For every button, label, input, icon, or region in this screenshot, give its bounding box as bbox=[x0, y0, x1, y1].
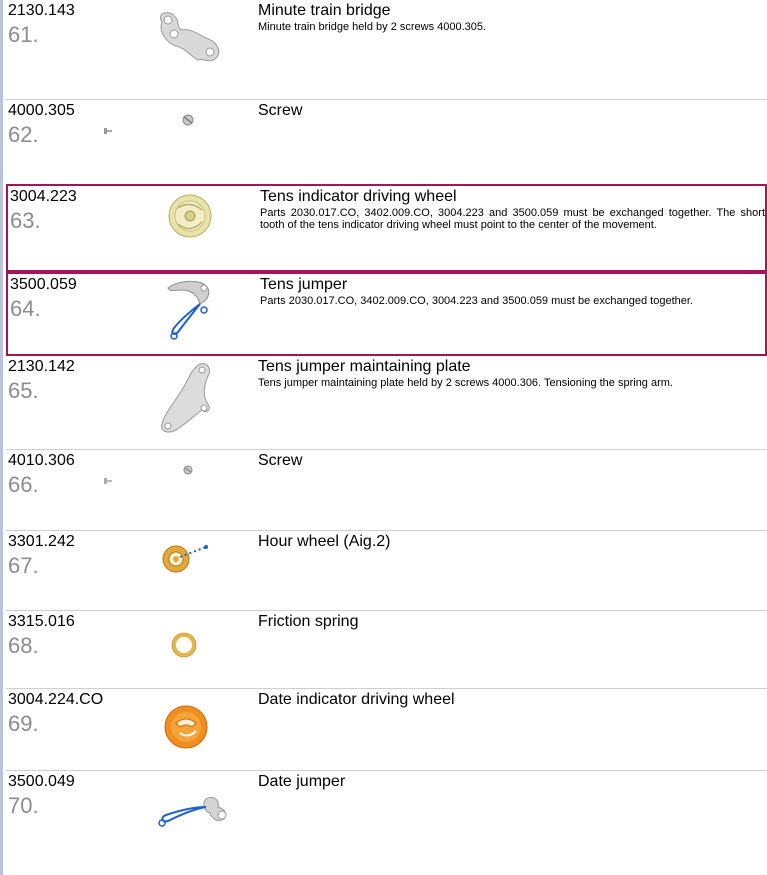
jumper-icon bbox=[167, 280, 210, 340]
part-title: Tens indicator driving wheel bbox=[260, 188, 457, 205]
parts-list: 2130.143 61. Minute train bridge Minute … bbox=[6, 0, 767, 857]
part-title: Tens jumper maintaining plate bbox=[258, 358, 471, 375]
part-row: 3004.224.CO 69. Date indicator driving w… bbox=[6, 689, 767, 771]
part-index: 64. bbox=[10, 296, 41, 321]
hour-wheel-icon bbox=[162, 545, 208, 573]
part-number: 2130.142 bbox=[8, 358, 75, 375]
part-row: 3500.049 70. Date jumper bbox=[6, 771, 767, 857]
screw-side-icon bbox=[104, 128, 112, 134]
part-number: 3004.223 bbox=[10, 188, 77, 205]
part-index: 62. bbox=[8, 122, 39, 147]
part-index: 61. bbox=[8, 22, 39, 47]
part-index: 69. bbox=[8, 711, 39, 736]
part-number: 3004.224.CO bbox=[8, 691, 104, 708]
part-row: 4000.305 62. Screw bbox=[6, 100, 767, 184]
part-description: Tens jumper maintaining plate held by 2 … bbox=[258, 377, 673, 389]
bridge-icon bbox=[160, 12, 220, 62]
gear-wheel-icon bbox=[168, 194, 212, 238]
part-number: 2130.143 bbox=[8, 2, 75, 19]
left-margin-bar bbox=[0, 0, 3, 875]
part-description: Parts 2030.017.CO, 3402.009.CO, 3004.223… bbox=[260, 295, 693, 307]
screw-icon bbox=[182, 114, 194, 126]
part-index: 63. bbox=[10, 208, 41, 233]
part-number: 3500.059 bbox=[10, 276, 77, 293]
part-row: 3315.016 68. Friction spring bbox=[6, 611, 767, 689]
part-row-highlighted: 3500.059 64. Tens jumper Parts 2030.017.… bbox=[6, 272, 767, 356]
part-index: 67. bbox=[8, 553, 39, 578]
part-title: Date jumper bbox=[258, 773, 346, 790]
part-index: 68. bbox=[8, 633, 39, 658]
part-number: 4010.306 bbox=[8, 452, 75, 469]
part-description: Parts 2030.017.CO, 3402.009.CO, 3004.223… bbox=[260, 207, 765, 231]
screw-side-icon bbox=[104, 478, 112, 484]
part-description: Minute train bridge held by 2 screws 400… bbox=[258, 21, 487, 33]
part-number: 4000.305 bbox=[8, 102, 75, 119]
part-index: 66. bbox=[8, 472, 39, 497]
date-jumper-icon bbox=[158, 796, 227, 827]
part-title: Screw bbox=[258, 452, 303, 469]
date-wheel-icon bbox=[164, 705, 208, 749]
part-number: 3315.016 bbox=[8, 613, 75, 630]
part-number: 3301.242 bbox=[8, 533, 75, 550]
part-title: Tens jumper bbox=[260, 276, 348, 293]
screw-icon bbox=[183, 465, 193, 475]
part-title: Friction spring bbox=[258, 613, 359, 630]
part-title: Minute train bridge bbox=[258, 2, 391, 19]
part-row: 2130.143 61. Minute train bridge Minute … bbox=[6, 0, 767, 100]
part-row-highlighted: 3004.223 63. Tens indicator driving whee… bbox=[6, 184, 767, 272]
part-row: 3301.242 67. Hour wheel (Aig.2) bbox=[6, 531, 767, 611]
plate-icon bbox=[161, 363, 211, 433]
part-number: 3500.049 bbox=[8, 773, 75, 790]
part-title: Screw bbox=[258, 102, 303, 119]
part-title: Hour wheel (Aig.2) bbox=[258, 533, 391, 550]
part-row: 4010.306 66. Screw bbox=[6, 450, 767, 531]
part-index: 70. bbox=[8, 793, 39, 818]
part-index: 65. bbox=[8, 378, 39, 403]
part-title: Date indicator driving wheel bbox=[258, 691, 455, 708]
friction-spring-icon bbox=[171, 632, 197, 658]
part-row: 2130.142 65. Tens jumper maintaining pla… bbox=[6, 356, 767, 450]
